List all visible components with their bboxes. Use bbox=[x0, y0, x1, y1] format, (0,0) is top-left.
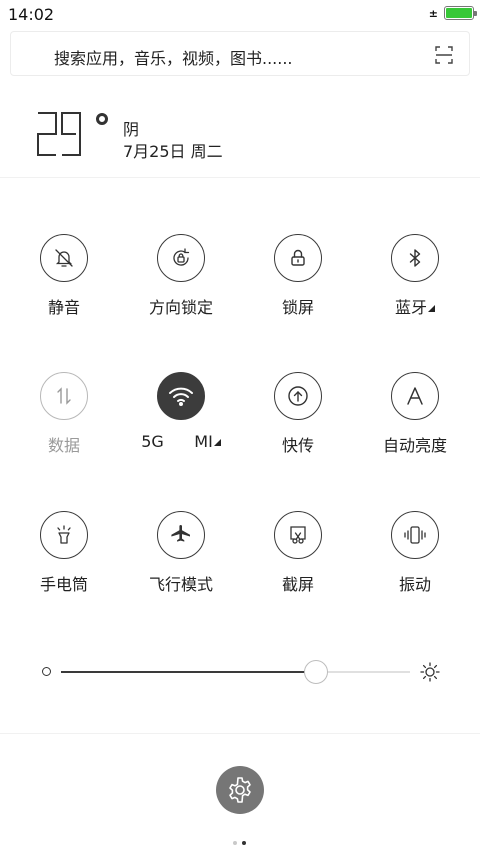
expand-arrow-icon[interactable] bbox=[428, 305, 435, 312]
tile-auto-brightness[interactable]: 自动亮度 bbox=[355, 372, 475, 472]
tile-airplane[interactable]: 飞行模式 bbox=[121, 511, 241, 611]
battery-icon bbox=[444, 6, 477, 20]
tile-mobile-data-button[interactable] bbox=[40, 372, 88, 420]
page-indicator bbox=[233, 841, 246, 845]
brightness-slider[interactable] bbox=[0, 658, 480, 688]
tile-label: 飞行模式 bbox=[148, 575, 213, 594]
airplane-icon bbox=[171, 525, 190, 542]
page-dot-active[interactable] bbox=[242, 841, 246, 845]
screenshot-icon bbox=[290, 526, 306, 544]
tile-label: 振动 bbox=[398, 575, 431, 594]
scan-icon[interactable] bbox=[435, 46, 453, 64]
tile-airplane-button[interactable] bbox=[157, 511, 205, 559]
tile-label: 快传 bbox=[281, 436, 314, 455]
bluetooth-icon bbox=[409, 249, 421, 267]
battery-tip bbox=[474, 11, 477, 16]
tile-quick-share[interactable]: 快传 bbox=[238, 372, 358, 472]
tile-bluetooth-button[interactable] bbox=[391, 234, 439, 282]
tile-rotation-lock-button[interactable] bbox=[157, 234, 205, 282]
tile-label: 截屏 bbox=[281, 575, 314, 594]
tile-screenshot[interactable]: 截屏 bbox=[238, 511, 358, 611]
status-icons: ± bbox=[428, 6, 477, 20]
tile-label-wrap: 蓝牙 bbox=[355, 294, 475, 318]
temperature-digits bbox=[37, 112, 108, 156]
flashlight-icon bbox=[57, 525, 71, 544]
signal-icon: ± bbox=[428, 6, 438, 20]
tile-lock-screen[interactable]: 锁屏 bbox=[238, 234, 358, 334]
brightness-thumb[interactable] bbox=[303, 660, 328, 684]
brightness-low-icon bbox=[42, 667, 51, 676]
quick-share-icon bbox=[288, 386, 308, 406]
tile-label: 数据 bbox=[47, 436, 80, 455]
tile-label: 锁屏 bbox=[281, 298, 314, 317]
tile-vibrate-button[interactable] bbox=[391, 511, 439, 559]
tile-flashlight[interactable]: 手电筒 bbox=[4, 511, 124, 611]
tile-label: 方向锁定 bbox=[148, 298, 213, 317]
tile-mute[interactable]: 静音 bbox=[4, 234, 124, 334]
auto-brightness-icon bbox=[407, 387, 423, 405]
tile-bluetooth[interactable]: 蓝牙 bbox=[355, 234, 475, 334]
tile-mute-button[interactable] bbox=[40, 234, 88, 282]
tile-screenshot-button[interactable] bbox=[274, 511, 322, 559]
tile-rotation-lock[interactable]: 方向锁定 bbox=[121, 234, 241, 334]
search-placeholder: 搜索应用，音乐，视频，图书...... bbox=[54, 49, 293, 68]
brightness-high-icon bbox=[420, 662, 440, 682]
tile-wifi[interactable]: 5G MI bbox=[121, 372, 241, 472]
tile-flashlight-button[interactable] bbox=[40, 511, 88, 559]
tile-label: 静音 bbox=[47, 298, 80, 317]
tile-label: 蓝牙 bbox=[394, 298, 427, 317]
wifi-icon bbox=[169, 387, 193, 406]
brightness-fill bbox=[61, 671, 316, 673]
settings-button[interactable] bbox=[216, 766, 264, 814]
tile-label: 5G MI bbox=[141, 432, 213, 451]
status-bar: 14:02 ± bbox=[0, 0, 480, 28]
lock-icon bbox=[291, 249, 305, 266]
gear-icon bbox=[229, 777, 251, 803]
tile-wifi-button[interactable] bbox=[157, 372, 205, 420]
search-bar[interactable]: 搜索应用，音乐，视频，图书...... bbox=[10, 31, 470, 76]
page-dot[interactable] bbox=[233, 841, 237, 845]
weather-date: 7月25日 周二 bbox=[123, 142, 223, 161]
status-time: 14:02 bbox=[8, 5, 55, 24]
quick-settings-panel: 静音 方向锁定 锁屏 蓝牙 数据 5G MI 快传 自动亮度 手电筒 飞行模式 … bbox=[0, 178, 480, 733]
tile-label: 自动亮度 bbox=[382, 436, 447, 455]
expand-arrow-icon[interactable] bbox=[213, 439, 221, 446]
bell-mute-icon bbox=[55, 249, 73, 267]
weather-condition: 阴 bbox=[123, 120, 140, 139]
mobile-data-icon bbox=[57, 387, 71, 405]
tile-quick-share-button[interactable] bbox=[274, 372, 322, 420]
tile-vibrate[interactable]: 振动 bbox=[355, 511, 475, 611]
rotation-lock-icon bbox=[173, 248, 190, 266]
battery-level bbox=[446, 8, 472, 18]
tile-auto-brightness-button[interactable] bbox=[391, 372, 439, 420]
tile-label-wrap: 5G MI bbox=[121, 432, 241, 451]
tile-mobile-data[interactable]: 数据 bbox=[4, 372, 124, 472]
brightness-track[interactable] bbox=[61, 660, 410, 684]
vibrate-icon bbox=[404, 526, 426, 544]
tile-lock-screen-button[interactable] bbox=[274, 234, 322, 282]
tile-label: 手电筒 bbox=[39, 575, 88, 594]
